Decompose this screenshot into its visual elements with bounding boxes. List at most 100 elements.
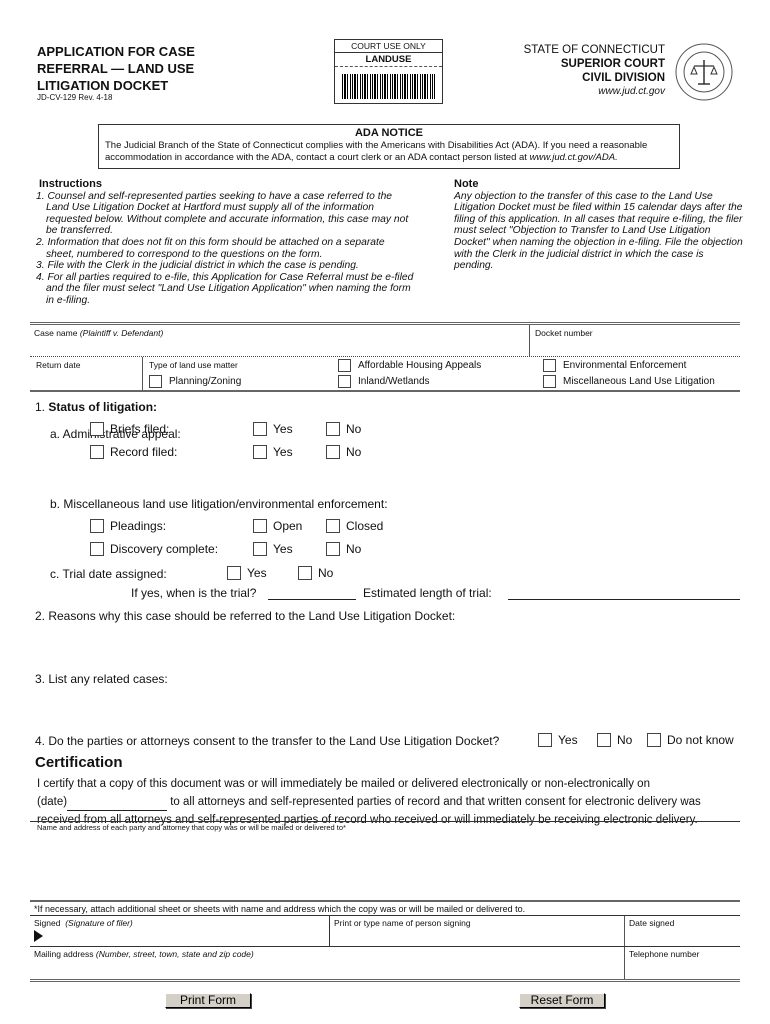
checkbox[interactable] <box>253 519 267 533</box>
trial-length-input[interactable] <box>508 588 740 600</box>
state-seal-icon <box>675 43 733 101</box>
checkbox[interactable] <box>647 733 661 747</box>
briefs-filed-row: Briefs filed: <box>90 422 169 436</box>
briefs-yes[interactable]: Yes <box>253 422 293 436</box>
checkbox[interactable] <box>538 733 552 747</box>
discovery-row: Discovery complete: <box>90 542 218 556</box>
telephone-field[interactable]: Telephone number <box>625 947 740 979</box>
consent-yes[interactable]: Yes <box>538 733 578 747</box>
option-label: Yes <box>273 445 293 459</box>
court-use-label: COURT USE ONLY <box>335 40 442 53</box>
signature-field[interactable]: Signed (Signature of filer) <box>30 916 330 946</box>
note-title: Note <box>454 178 479 190</box>
section-3-input[interactable] <box>35 688 740 728</box>
instruction-item: 1. Counsel and self-represented parties … <box>36 190 409 237</box>
print-name-field[interactable]: Print or type name of person signing <box>330 916 625 946</box>
option-label: Inland/Wetlands <box>358 376 430 387</box>
trial-yes[interactable]: Yes <box>227 566 267 580</box>
option-label: No <box>617 733 633 747</box>
checkbox[interactable] <box>326 445 340 459</box>
mailing-address-label: Mailing address <box>34 949 94 959</box>
instruction-item: 2. Information that does not fit on this… <box>36 236 385 260</box>
record-filed-checkbox[interactable] <box>90 445 104 459</box>
checkbox[interactable] <box>253 422 267 436</box>
record-no[interactable]: No <box>326 445 361 459</box>
signature-block: *If necessary, attach additional sheet o… <box>30 900 740 982</box>
trial-no[interactable]: No <box>298 566 333 580</box>
return-date-field[interactable]: Return date <box>30 357 143 390</box>
ada-title: ADA NOTICE <box>354 127 424 139</box>
court-use-box: COURT USE ONLY LANDUSE <box>334 39 443 104</box>
division-name: CIVIL DIVISION <box>582 72 665 84</box>
date-signed-field[interactable]: Date signed <box>625 916 740 946</box>
option-label: Planning/Zoning <box>169 376 242 387</box>
checkbox[interactable] <box>338 359 351 372</box>
arrow-right-icon <box>34 930 43 942</box>
checkbox[interactable] <box>326 519 340 533</box>
briefs-no[interactable]: No <box>326 422 361 436</box>
checkbox[interactable] <box>227 566 241 580</box>
option-label: Yes <box>247 566 267 580</box>
option-label: Affordable Housing Appeals <box>358 360 482 371</box>
section-number: 1. <box>35 400 46 414</box>
record-filed-row: Record filed: <box>90 445 177 459</box>
case-name-field[interactable]: Case name (Plaintiff v. Defendant) <box>30 325 530 356</box>
type-misc-land-use[interactable]: Miscellaneous Land Use Litigation <box>543 375 715 388</box>
type-planning-zoning[interactable]: Planning/Zoning <box>149 375 241 388</box>
type-affordable-housing[interactable]: Affordable Housing Appeals <box>338 359 481 372</box>
pleadings-checkbox[interactable] <box>90 519 104 533</box>
option-label: Open <box>273 519 303 533</box>
type-environmental-enforcement[interactable]: Environmental Enforcement <box>543 359 686 372</box>
discovery-checkbox[interactable] <box>90 542 104 556</box>
title-line-2: REFERRAL — LAND USE <box>37 61 195 76</box>
ada-link[interactable]: www.jud.ct.gov/ADA. <box>530 152 618 163</box>
docket-number-label: Docket number <box>535 328 593 338</box>
cert-date-label: (date) <box>37 796 68 808</box>
briefs-filed-checkbox[interactable] <box>90 422 104 436</box>
option-label: No <box>346 542 362 556</box>
instructions-title: Instructions <box>39 178 102 190</box>
trial-when-input[interactable] <box>268 588 356 600</box>
checkbox[interactable] <box>253 542 267 556</box>
pleadings-closed[interactable]: Closed <box>326 519 383 533</box>
pleadings-open[interactable]: Open <box>253 519 302 533</box>
discovery-no[interactable]: No <box>326 542 361 556</box>
checkbox[interactable] <box>149 375 162 388</box>
misc-label: b. Miscellaneous land use litigation/env… <box>50 497 388 511</box>
form-number: JD-CV-129 Rev. 4-18 <box>37 93 113 102</box>
checkbox[interactable] <box>298 566 312 580</box>
case-info-grid: Case name (Plaintiff v. Defendant) Docke… <box>30 322 740 392</box>
pleadings-row: Pleadings: <box>90 519 166 533</box>
court-name: SUPERIOR COURT <box>560 58 665 70</box>
cert-date-input[interactable] <box>67 799 168 811</box>
discovery-yes[interactable]: Yes <box>253 542 293 556</box>
record-yes[interactable]: Yes <box>253 445 293 459</box>
consent-unknown[interactable]: Do not know <box>647 733 734 747</box>
checkbox[interactable] <box>597 733 611 747</box>
trial-when-label: If yes, when is the trial? <box>131 586 257 600</box>
section-2-input[interactable] <box>35 625 740 665</box>
checkbox[interactable] <box>543 359 556 372</box>
note-text: Any objection to the transfer of this ca… <box>454 190 743 272</box>
mailing-address-field[interactable]: Mailing address (Number, street, town, s… <box>30 947 625 979</box>
option-label: Yes <box>273 542 293 556</box>
checkbox[interactable] <box>326 422 340 436</box>
docket-number-field[interactable]: Docket number <box>530 325 740 356</box>
checkbox[interactable] <box>326 542 340 556</box>
row-label: Pleadings: <box>110 519 167 533</box>
type-label: Type of land use matter <box>149 360 238 370</box>
option-label: No <box>318 566 334 580</box>
reset-form-button[interactable]: Reset Form <box>519 993 605 1008</box>
consent-no[interactable]: No <box>597 733 632 747</box>
print-form-button[interactable]: Print Form <box>165 993 251 1008</box>
type-inland-wetlands[interactable]: Inland/Wetlands <box>338 375 430 388</box>
section-3-label: 3. List any related cases: <box>35 672 168 686</box>
checkbox[interactable] <box>543 375 556 388</box>
case-name-label: Case name <box>34 328 78 338</box>
section-4-label: 4. Do the parties or attorneys consent t… <box>35 734 500 748</box>
instruction-item: 4. For all parties required to e-file, t… <box>36 271 414 306</box>
checkbox[interactable] <box>338 375 351 388</box>
case-name-hint: (Plaintiff v. Defendant) <box>79 328 164 338</box>
checkbox[interactable] <box>253 445 267 459</box>
names-addresses-input[interactable] <box>35 835 740 895</box>
